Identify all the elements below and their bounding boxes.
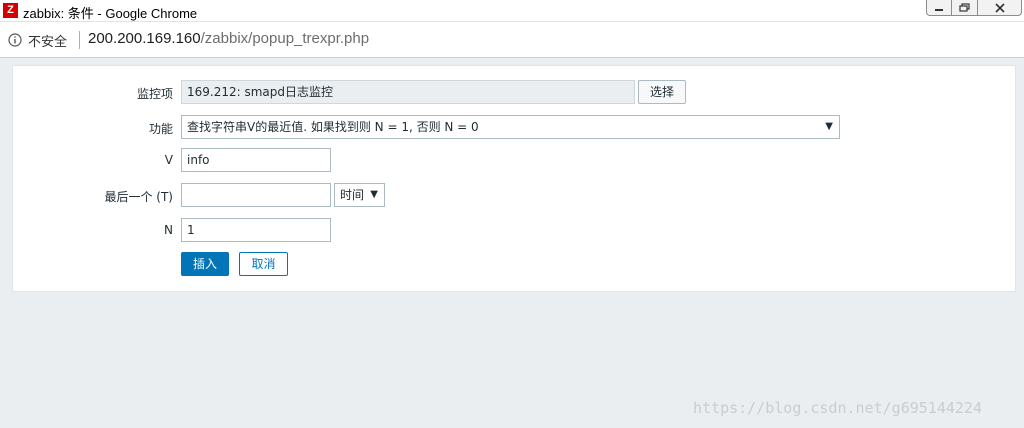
dropdown-arrow-icon: ▼ [825, 121, 833, 132]
function-label: 功能 [148, 122, 173, 136]
url-text[interactable]: 200.200.169.160/zabbix/popup_trexpr.php [88, 30, 369, 47]
minimize-button[interactable] [926, 0, 952, 16]
n-input[interactable] [181, 218, 331, 242]
n-label: N [164, 223, 173, 237]
last-t-unit-value: 时间 [340, 188, 365, 202]
watermark-text: https://blog.csdn.net/g695144224 [693, 399, 982, 417]
item-field[interactable]: 169.212: smapd日志监控 [181, 80, 635, 104]
last-t-label: 最后一个 (T) [104, 190, 173, 204]
security-label[interactable]: 不安全 [28, 31, 67, 50]
minimize-icon [935, 8, 943, 11]
trigger-expression-form: 监控项 169.212: smapd日志监控 选择 功能 查找字符串V的最近值.… [12, 65, 1016, 292]
address-bar[interactable]: 不安全 200.200.169.160/zabbix/popup_trexpr.… [0, 22, 1024, 58]
url-path: /zabbix/popup_trexpr.php [200, 30, 370, 47]
last-t-unit-select[interactable]: 时间 ▼ [334, 183, 385, 207]
close-window-button[interactable] [978, 0, 1022, 16]
cancel-button[interactable]: 取消 [239, 252, 288, 276]
last-t-input[interactable] [181, 183, 331, 207]
function-select[interactable]: 查找字符串V的最近值. 如果找到则 N = 1, 否则 N = 0 ▼ [181, 115, 840, 139]
dropdown-arrow-icon: ▼ [370, 189, 378, 200]
v-label: V [164, 153, 173, 167]
close-icon [994, 2, 1005, 13]
info-icon[interactable] [8, 33, 22, 47]
window-title: zabbix: 条件 - Google Chrome [23, 6, 198, 21]
url-host: 200.200.169.160 [88, 30, 201, 47]
insert-button[interactable]: 插入 [181, 252, 229, 276]
maximize-button[interactable] [952, 0, 978, 16]
select-item-button[interactable]: 选择 [638, 80, 686, 104]
zabbix-app-icon: Z [3, 3, 18, 18]
window-titlebar: Z zabbix: 条件 - Google Chrome [0, 0, 1024, 22]
v-input[interactable] [181, 148, 331, 172]
function-selected-value: 查找字符串V的最近值. 如果找到则 N = 1, 否则 N = 0 [187, 120, 479, 134]
address-separator [79, 31, 80, 49]
restore-icon [958, 2, 970, 12]
item-label: 监控项 [136, 87, 173, 101]
